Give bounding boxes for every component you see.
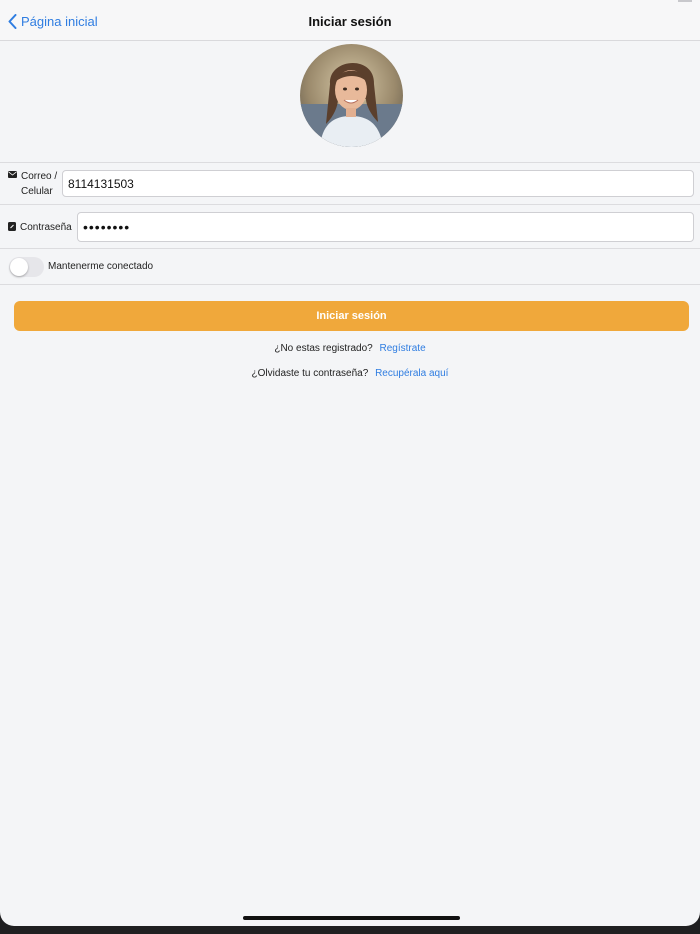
- register-link[interactable]: Regístrate: [380, 343, 426, 354]
- lock-icon: [8, 222, 16, 231]
- forgot-link[interactable]: Recupérala aquí: [375, 368, 448, 379]
- remember-label: Mantenerme conectado: [48, 261, 154, 272]
- email-label: Correo / Celular: [8, 169, 57, 199]
- toggle-knob: [10, 258, 28, 276]
- home-indicator[interactable]: [243, 916, 460, 920]
- remember-row: Mantenerme conectado: [0, 249, 700, 285]
- status-indicator: [678, 0, 692, 2]
- avatar[interactable]: [300, 44, 403, 147]
- login-form: Correo / Celular 8114131503 Contraseña •…: [0, 162, 700, 285]
- password-row: Contraseña ••••••••: [0, 205, 700, 249]
- register-line: ¿No estas registrado? Regístrate: [0, 343, 700, 354]
- forgot-prompt: ¿Olvidaste tu contraseña?: [251, 368, 369, 379]
- email-label-line2: Celular: [21, 186, 53, 197]
- login-screen: Página inicial Iniciar sesión Correo / C…: [0, 0, 700, 926]
- email-row: Correo / Celular 8114131503: [0, 163, 700, 205]
- envelope-icon: [8, 171, 17, 178]
- login-button[interactable]: Iniciar sesión: [14, 301, 689, 331]
- page-title: Iniciar sesión: [308, 14, 392, 29]
- register-prompt: ¿No estas registrado?: [274, 343, 373, 354]
- navigation-bar: Página inicial Iniciar sesión: [0, 0, 700, 41]
- avatar-section: [0, 41, 700, 151]
- password-label: Contraseña: [8, 220, 72, 235]
- email-label-line1: Correo /: [21, 171, 58, 182]
- password-field[interactable]: ••••••••: [77, 212, 694, 242]
- password-label-text: Contraseña: [20, 222, 72, 233]
- email-field[interactable]: 8114131503: [62, 170, 694, 197]
- forgot-line: ¿Olvidaste tu contraseña? Recupérala aqu…: [0, 368, 700, 379]
- remember-toggle[interactable]: [9, 257, 44, 277]
